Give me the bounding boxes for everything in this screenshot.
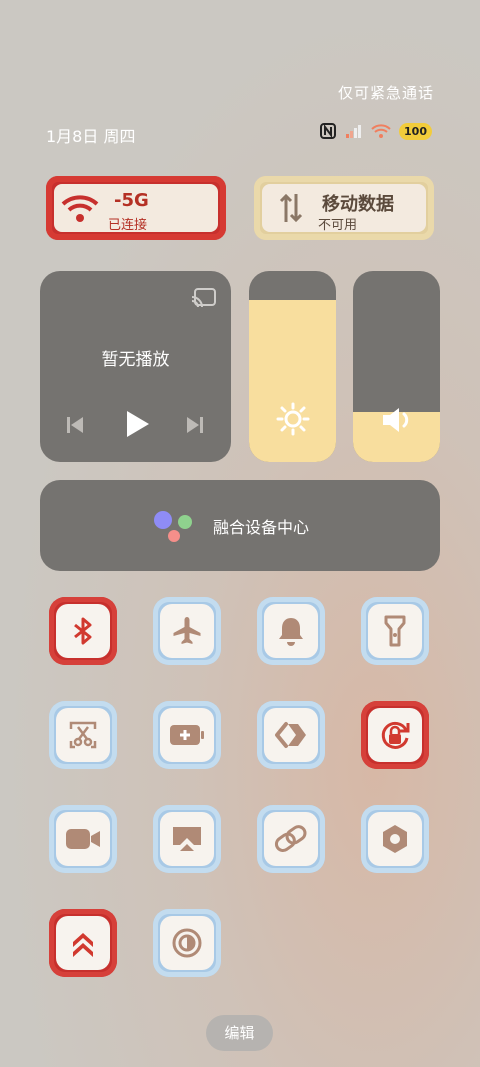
mobile-data-status: 不可用 — [318, 218, 358, 233]
rotation-lock-icon — [381, 721, 410, 749]
wifi-icon — [61, 195, 99, 222]
dark-mode-icon — [172, 928, 202, 958]
next-track-icon[interactable] — [184, 414, 206, 436]
fusion-label: 融合设备中心 — [213, 518, 310, 537]
nfc-icon — [320, 123, 337, 139]
play-icon[interactable] — [122, 409, 152, 439]
screen-record-icon — [66, 829, 100, 849]
media-title: 暂无播放 — [101, 350, 170, 370]
battery-saver-icon — [170, 725, 204, 745]
brightness-slider[interactable] — [249, 271, 336, 462]
performance-mode-toggle[interactable] — [49, 909, 117, 977]
double-chevron-up-icon — [73, 933, 93, 957]
nearby-share-icon — [275, 722, 306, 748]
flashlight-icon — [384, 615, 406, 647]
flashlight-toggle[interactable] — [361, 597, 429, 665]
wifi-card[interactable]: -5G 已连接 — [46, 176, 226, 240]
device-fusion-center[interactable]: 融合设备中心 — [40, 480, 440, 571]
wifi-status: 已连接 — [108, 218, 148, 233]
screen-cast-icon — [173, 827, 201, 851]
signal-icon — [346, 125, 362, 138]
previous-track-icon[interactable] — [64, 414, 86, 436]
screen-cast-toggle[interactable] — [153, 805, 221, 873]
airplane-mode-toggle[interactable] — [153, 597, 221, 665]
nearby-share-toggle[interactable] — [257, 701, 325, 769]
settings-toggle[interactable] — [361, 805, 429, 873]
link-icon — [274, 825, 307, 853]
link-toggle[interactable] — [257, 805, 325, 873]
date-text: 1月8日 周四 — [46, 127, 136, 146]
mobile-data-card[interactable]: 移动数据 不可用 — [254, 176, 434, 240]
volume-slider[interactable] — [353, 271, 440, 462]
bluetooth-icon — [74, 617, 92, 645]
brightness-sun-icon — [276, 402, 310, 436]
fusion-dots-icon — [154, 511, 192, 542]
screenshot-scissors-icon — [69, 721, 97, 749]
mobile-data-title: 移动数据 — [322, 194, 394, 215]
dark-mode-toggle[interactable] — [153, 909, 221, 977]
cast-icon[interactable] — [191, 287, 217, 309]
mobile-data-icon — [279, 193, 303, 223]
edit-button[interactable]: 编辑 — [206, 1015, 273, 1051]
ring-mode-toggle[interactable] — [257, 597, 325, 665]
wifi-status-icon — [371, 124, 391, 138]
brightness-fill — [249, 299, 336, 462]
settings-hexagon-icon — [383, 825, 407, 853]
bell-icon — [279, 618, 303, 646]
battery-saver-toggle[interactable] — [153, 701, 221, 769]
speaker-icon — [383, 408, 409, 432]
rotation-lock-toggle[interactable] — [361, 701, 429, 769]
wifi-network-name: -5G — [114, 190, 149, 211]
emergency-calls-only-text: 仅可紧急通话 — [337, 84, 434, 102]
media-player-card[interactable]: 暂无播放 — [40, 271, 231, 462]
bluetooth-toggle[interactable] — [49, 597, 117, 665]
airplane-mode-icon — [173, 617, 201, 644]
screen-record-toggle[interactable] — [49, 805, 117, 873]
battery-level: 100 — [399, 122, 432, 140]
status-icons: 100 — [319, 122, 432, 140]
screenshot-toggle[interactable] — [49, 701, 117, 769]
